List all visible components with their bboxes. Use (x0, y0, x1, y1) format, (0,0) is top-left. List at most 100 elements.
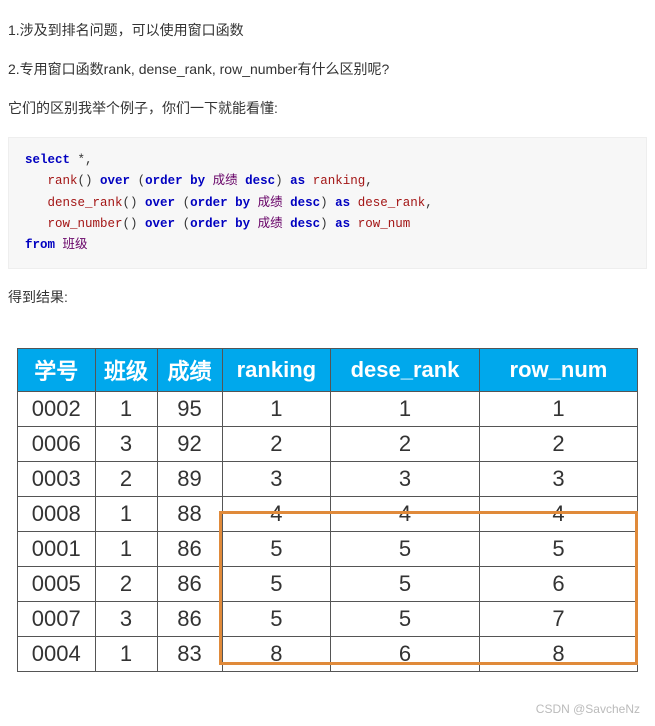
col-header: ranking (222, 349, 331, 392)
code-id: row_num (350, 217, 410, 231)
code-kw: by (235, 217, 250, 231)
table-cell: 86 (157, 567, 222, 602)
table-cell: 0005 (18, 567, 96, 602)
table-cell: 3 (95, 602, 157, 637)
code-kw: by (235, 196, 250, 210)
code-kw: from (25, 238, 55, 252)
table-cell: 0006 (18, 427, 96, 462)
table-cell: 1 (222, 392, 331, 427)
table-cell: 1 (95, 637, 157, 672)
doc-line-1: 1.涉及到排名问题，可以使用窗口函数 (8, 20, 647, 41)
table-cell: 5 (222, 532, 331, 567)
code-cn: 成绩 (250, 196, 290, 210)
table-cell: 2 (222, 427, 331, 462)
code-fn: row_number (48, 217, 123, 231)
code-text: ) (320, 196, 335, 210)
doc-line-2: 2.专用窗口函数rank, dense_rank, row_number有什么区… (8, 59, 647, 80)
table-cell: 2 (95, 462, 157, 497)
code-id: ranking (305, 174, 365, 188)
table-cell: 1 (95, 532, 157, 567)
result-table: 学号 班级 成绩 ranking dese_rank row_num 00021… (17, 348, 638, 672)
code-text: *, (70, 153, 93, 167)
table-cell: 0008 (18, 497, 96, 532)
table-cell: 7 (479, 602, 637, 637)
table-cell: 0001 (18, 532, 96, 567)
table-cell: 8 (222, 637, 331, 672)
table-cell: 1 (331, 392, 480, 427)
table-row: 0008188444 (18, 497, 638, 532)
code-kw: desc (290, 217, 320, 231)
table-cell: 2 (95, 567, 157, 602)
code-kw: order (190, 196, 228, 210)
table-row: 0001186555 (18, 532, 638, 567)
code-text: , (425, 196, 433, 210)
table-cell: 92 (157, 427, 222, 462)
table-header-row: 学号 班级 成绩 ranking dese_rank row_num (18, 349, 638, 392)
result-table-wrap: 学号 班级 成绩 ranking dese_rank row_num 00021… (17, 348, 638, 672)
doc-line-3: 它们的区别我举个例子，你们一下就能看懂: (8, 98, 647, 119)
table-cell: 1 (95, 392, 157, 427)
code-kw: by (190, 174, 205, 188)
table-cell: 1 (95, 497, 157, 532)
code-cn: 成绩 (205, 174, 245, 188)
col-header: dese_rank (331, 349, 480, 392)
code-text (183, 174, 191, 188)
code-kw: desc (290, 196, 320, 210)
table-cell: 1 (479, 392, 637, 427)
table-cell: 88 (157, 497, 222, 532)
code-fn: dense_rank (48, 196, 123, 210)
code-text (228, 196, 236, 210)
table-cell: 89 (157, 462, 222, 497)
code-text: ) (275, 174, 290, 188)
table-cell: 4 (222, 497, 331, 532)
col-header: 学号 (18, 349, 96, 392)
table-row: 0002195111 (18, 392, 638, 427)
table-cell: 3 (222, 462, 331, 497)
table-row: 0003289333 (18, 462, 638, 497)
code-text: ( (130, 174, 145, 188)
table-cell: 0002 (18, 392, 96, 427)
table-cell: 83 (157, 637, 222, 672)
table-row: 0005286556 (18, 567, 638, 602)
code-kw: order (190, 217, 228, 231)
table-cell: 3 (479, 462, 637, 497)
table-cell: 2 (331, 427, 480, 462)
table-cell: 86 (157, 532, 222, 567)
code-text: , (365, 174, 373, 188)
table-cell: 0007 (18, 602, 96, 637)
table-cell: 6 (331, 637, 480, 672)
table-cell: 0003 (18, 462, 96, 497)
result-label: 得到结果: (8, 287, 647, 308)
code-kw: as (290, 174, 305, 188)
sql-code-block: select *, rank() over (order by 成绩 desc)… (8, 137, 647, 269)
code-kw: as (335, 217, 350, 231)
table-cell: 5 (331, 567, 480, 602)
table-cell: 86 (157, 602, 222, 637)
table-row: 0004183868 (18, 637, 638, 672)
code-kw: order (145, 174, 183, 188)
table-row: 0007386557 (18, 602, 638, 637)
table-cell: 5 (331, 602, 480, 637)
code-cn: 成绩 (250, 217, 290, 231)
table-cell: 5 (479, 532, 637, 567)
code-fn: rank (48, 174, 78, 188)
col-header: row_num (479, 349, 637, 392)
table-cell: 8 (479, 637, 637, 672)
code-kw: over (100, 174, 130, 188)
code-text: ( (175, 217, 190, 231)
code-text: () (78, 174, 101, 188)
code-cn: 班级 (55, 238, 88, 252)
table-cell: 5 (331, 532, 480, 567)
table-cell: 4 (479, 497, 637, 532)
code-id: dese_rank (350, 196, 425, 210)
table-cell: 3 (331, 462, 480, 497)
code-text: ) (320, 217, 335, 231)
table-cell: 5 (222, 567, 331, 602)
code-text: ( (175, 196, 190, 210)
table-cell: 95 (157, 392, 222, 427)
table-cell: 4 (331, 497, 480, 532)
code-kw: over (145, 217, 175, 231)
watermark: CSDN @SavcheNz (5, 702, 650, 716)
code-text (228, 217, 236, 231)
table-cell: 2 (479, 427, 637, 462)
